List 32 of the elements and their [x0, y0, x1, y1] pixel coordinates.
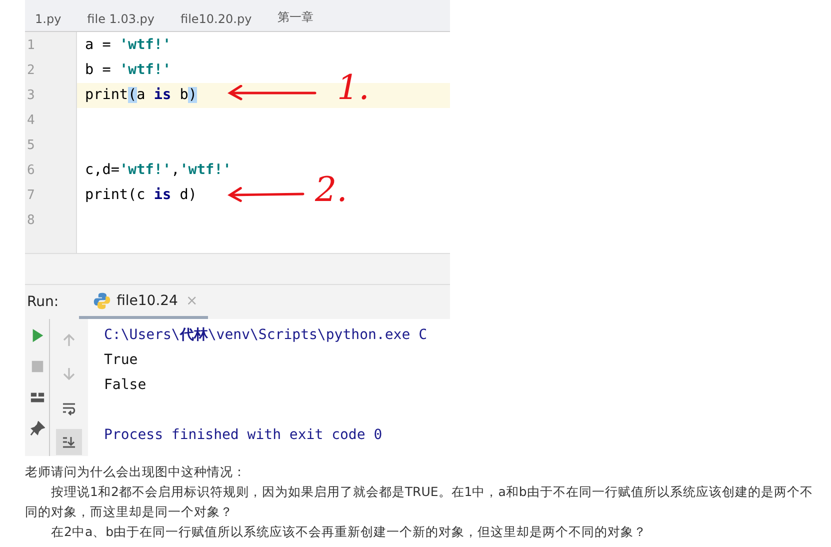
line-number: 3 [26, 87, 36, 105]
code-line: a = 'wtf!' [85, 37, 172, 53]
line-number: 7 [26, 187, 36, 205]
editor-tab[interactable]: file 1.03.py [81, 12, 161, 31]
output-line: Process finished with exit code 0 [104, 426, 384, 445]
pin-icon[interactable] [30, 421, 44, 436]
question-title: 老师请问为什么会出现图中这种情况： [25, 463, 247, 481]
code-editor[interactable]: 1 2 3 4 5 6 7 8 a = 'wtf!' b = 'wtf!' print(a is b) c,d='wtf!','wtf!' print(c is d) 1. 2. [25, 32, 450, 253]
line-number: 2 [26, 62, 36, 80]
question-paragraph: 按理说1和2都不会启用标识符规则，因为如果启用了就会都是TRUE。在1中，a和b由于不在同一行赋值所以系统应该创建的是两个不同的对象，而这里却是同一个对象？ [25, 483, 813, 521]
output-line: False [104, 376, 148, 395]
code-line: b = 'wtf!' [85, 62, 172, 78]
python-icon [92, 292, 111, 310]
editor-tab[interactable]: 第一章 [272, 9, 320, 31]
line-number: 1 [26, 37, 36, 55]
line-number: 6 [26, 162, 36, 180]
code-line: print(c is d) [85, 187, 197, 203]
handwritten-number: 1. [337, 70, 370, 106]
question-paragraph: 在2中a、b由于在同一行赋值所以系统应该不会再重新创建一个新的对象，但这里却是两个不同的对象？ [50, 523, 648, 541]
scroll-to-end-icon[interactable] [56, 429, 82, 455]
output-line: True [104, 351, 139, 370]
output-line: C:\Users\代林\venv\Scripts\python.exe C [104, 326, 428, 345]
line-number: 8 [26, 212, 36, 230]
layout-icon[interactable] [30, 390, 44, 405]
editor-tab[interactable]: 1.py [29, 12, 68, 31]
code-line: print(a is b) [85, 87, 197, 103]
code-line: c,d='wtf!','wtf!' [85, 162, 232, 178]
run-label: Run: [26, 294, 59, 310]
line-number: 4 [26, 112, 36, 130]
handwritten-number: 2. [315, 172, 348, 208]
line-number: 5 [26, 137, 36, 155]
editor-tab[interactable]: file10.20.py [174, 12, 258, 31]
